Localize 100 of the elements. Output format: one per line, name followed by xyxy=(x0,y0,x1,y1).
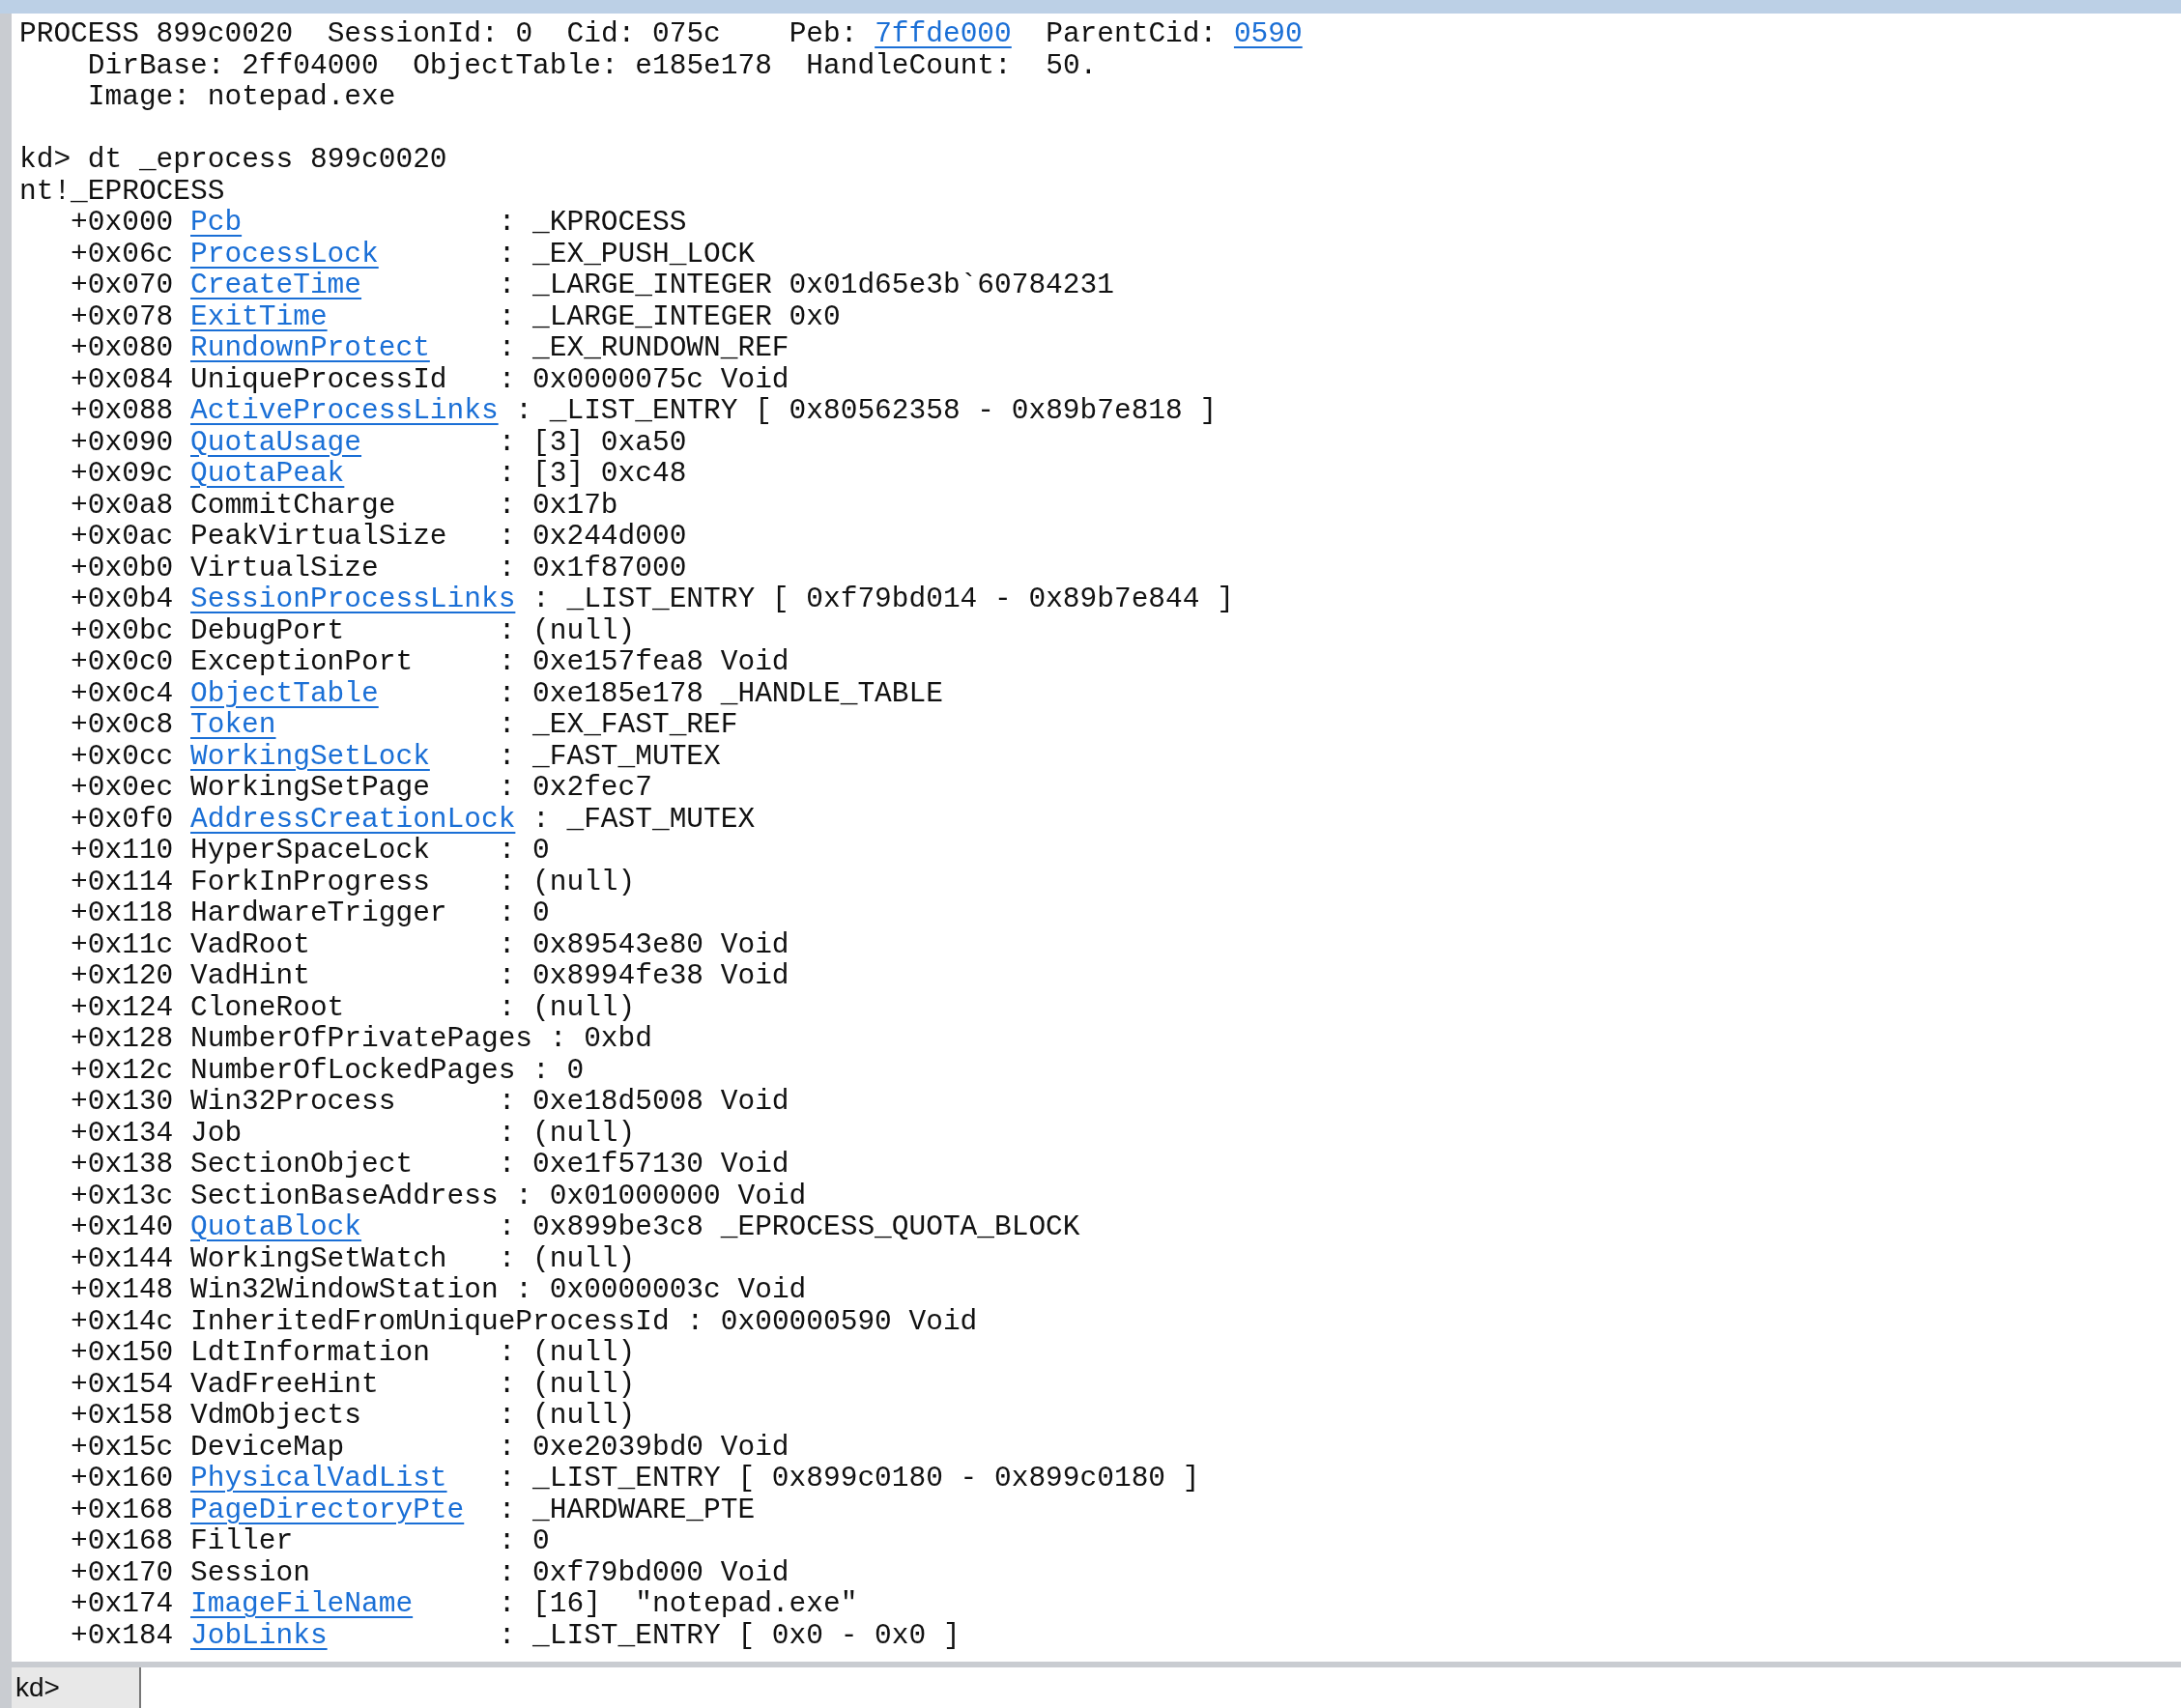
field-name: VadFreeHint xyxy=(190,1367,379,1401)
field-offset: +0x0bc xyxy=(71,613,174,647)
field-value: : 0 xyxy=(498,834,550,867)
field-value: : [16] "notepad.exe" xyxy=(498,1587,858,1620)
field-value: : _EX_PUSH_LOCK xyxy=(498,237,756,270)
field-offset: +0x174 xyxy=(71,1587,174,1620)
field-name: ForkInProgress xyxy=(190,865,430,898)
field-offset: +0x144 xyxy=(71,1241,174,1275)
field-value: : _EX_RUNDOWN_REF xyxy=(498,331,789,364)
link[interactable]: 0590 xyxy=(1233,17,1303,50)
field-link[interactable]: CreateTime xyxy=(190,269,362,301)
field-link[interactable]: RundownProtect xyxy=(190,331,430,364)
field-name: DeviceMap xyxy=(190,1430,345,1464)
field-offset: +0x128 xyxy=(71,1022,174,1055)
field-name: WorkingSetPage xyxy=(190,771,430,804)
field-value: : 0x01000000 Void xyxy=(515,1179,807,1212)
field-name: Win32WindowStation xyxy=(190,1273,499,1306)
field-name: CommitCharge xyxy=(190,488,396,522)
field-link[interactable]: ObjectTable xyxy=(190,676,379,710)
field-link[interactable]: QuotaBlock xyxy=(190,1210,362,1243)
field-value: : _LIST_ENTRY [ 0x899c0180 - 0x899c0180 ] xyxy=(498,1462,1200,1494)
field-link[interactable]: Pcb xyxy=(190,206,243,239)
field-name: Job xyxy=(190,1116,243,1150)
field-offset: +0x000 xyxy=(71,206,174,239)
field-value: : (null) xyxy=(498,990,636,1024)
field-link[interactable]: AddressCreationLock xyxy=(190,802,516,836)
field-name: HardwareTrigger xyxy=(190,897,447,929)
field-value: : _LIST_ENTRY [ 0x80562358 - 0x89b7e818 ] xyxy=(515,394,1218,427)
field-offset: +0x14c xyxy=(71,1304,174,1338)
field-value: : _LIST_ENTRY [ 0x0 - 0x0 ] xyxy=(498,1618,961,1652)
field-name: InheritedFromUniqueProcessId xyxy=(190,1304,670,1338)
field-value: : (null) xyxy=(498,865,636,898)
field-link[interactable]: ExitTime xyxy=(190,299,328,333)
field-name: LdtInformation xyxy=(190,1336,430,1369)
field-link[interactable]: PhysicalVadList xyxy=(190,1462,447,1494)
field-offset: +0x09c xyxy=(71,457,174,490)
field-offset: +0x160 xyxy=(71,1462,174,1494)
field-value: : _FAST_MUTEX xyxy=(498,739,721,773)
field-name: SectionBaseAddress xyxy=(190,1179,499,1212)
field-offset: +0x0c8 xyxy=(71,708,174,741)
field-value: : 0x8994fe38 Void xyxy=(498,959,789,992)
field-name: ExceptionPort xyxy=(190,645,414,678)
field-name: Win32Process xyxy=(190,1085,396,1118)
field-link[interactable]: ImageFileName xyxy=(190,1587,414,1620)
field-value: : 0x1f87000 xyxy=(498,551,687,584)
field-name: CloneRoot xyxy=(190,990,345,1024)
field-value: : _EX_FAST_REF xyxy=(498,708,738,741)
field-offset: +0x138 xyxy=(71,1148,174,1181)
field-value: : _HARDWARE_PTE xyxy=(498,1493,756,1526)
field-value: : _LARGE_INTEGER 0x01d65e3b`60784231 xyxy=(498,269,1114,301)
field-offset: +0x0a8 xyxy=(71,488,174,522)
field-offset: +0x120 xyxy=(71,959,174,992)
field-offset: +0x0f0 xyxy=(71,802,174,836)
field-value: : [3] 0xc48 xyxy=(498,457,687,490)
field-name: Filler xyxy=(190,1524,294,1557)
field-value: : 0x0000075c Void xyxy=(498,362,789,396)
field-offset: +0x150 xyxy=(71,1336,174,1369)
field-link[interactable]: ProcessLock xyxy=(190,237,379,270)
field-offset: +0x148 xyxy=(71,1273,174,1306)
field-offset: +0x168 xyxy=(71,1524,174,1557)
link[interactable]: 7ffde000 xyxy=(875,17,1012,50)
field-value: : (null) xyxy=(498,1367,636,1401)
field-offset: +0x0c0 xyxy=(71,645,174,678)
field-link[interactable]: Token xyxy=(190,708,276,741)
field-value: : 0xe1f57130 Void xyxy=(498,1148,789,1181)
output-text: ParentCid: xyxy=(1045,17,1219,50)
field-offset: +0x110 xyxy=(71,834,174,867)
field-offset: +0x154 xyxy=(71,1367,174,1401)
field-offset: +0x070 xyxy=(71,269,174,301)
field-offset: +0x15c xyxy=(71,1430,174,1464)
field-value: : (null) xyxy=(498,1399,636,1432)
field-name: VadHint xyxy=(190,959,310,992)
field-offset: +0x084 xyxy=(71,362,174,396)
field-link[interactable]: PageDirectoryPte xyxy=(190,1493,465,1526)
field-value: : 0x244d000 xyxy=(498,520,687,553)
field-value: : 0xbd xyxy=(549,1022,652,1055)
field-link[interactable]: JobLinks xyxy=(190,1618,328,1652)
field-name: NumberOfLockedPages xyxy=(190,1053,516,1087)
output-text: Image: notepad.exe xyxy=(86,80,396,113)
field-value: : 0xe2039bd0 Void xyxy=(498,1430,789,1464)
field-value: : 0x17b xyxy=(498,488,618,522)
field-link[interactable]: ActiveProcessLinks xyxy=(190,394,499,427)
field-name: VdmObjects xyxy=(190,1399,362,1432)
field-offset: +0x184 xyxy=(71,1618,174,1652)
field-value: : [3] 0xa50 xyxy=(498,425,687,459)
output-text: PROCESS 899c0020 SessionId: 0 Cid: 075c Peb: xyxy=(19,17,859,50)
field-offset: +0x124 xyxy=(71,990,174,1024)
field-offset: +0x078 xyxy=(71,299,174,333)
field-offset: +0x0b4 xyxy=(71,583,174,615)
field-value: : 0 xyxy=(498,1524,550,1557)
field-link[interactable]: QuotaPeak xyxy=(190,457,345,490)
field-name: Session xyxy=(190,1555,310,1589)
field-offset: +0x0b0 xyxy=(71,551,174,584)
field-link[interactable]: SessionProcessLinks xyxy=(190,583,516,615)
field-offset: +0x080 xyxy=(71,331,174,364)
field-link[interactable]: WorkingSetLock xyxy=(190,739,430,773)
field-value: : 0x00000590 Void xyxy=(686,1304,978,1338)
field-link[interactable]: QuotaUsage xyxy=(190,425,362,459)
field-offset: +0x06c xyxy=(71,237,174,270)
field-name: PeakVirtualSize xyxy=(190,520,447,553)
